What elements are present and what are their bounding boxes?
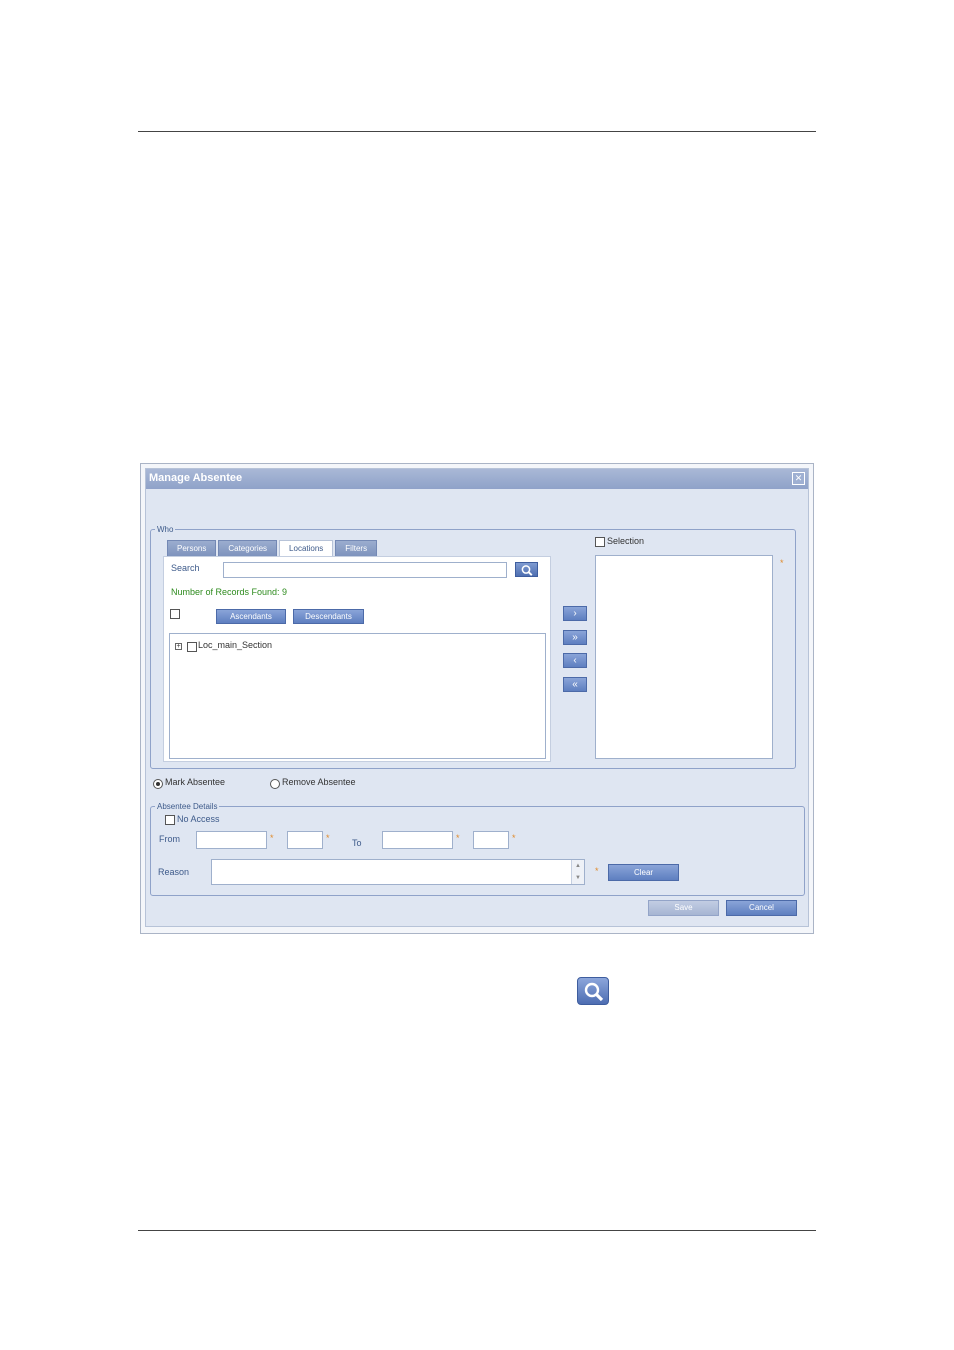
dialog-title: Manage Absentee xyxy=(149,472,243,484)
select-all-checkbox[interactable] xyxy=(170,609,180,619)
to-date-required-mark: * xyxy=(456,833,460,843)
move-left-button[interactable]: ‹ xyxy=(563,653,587,668)
search-input[interactable] xyxy=(223,562,507,578)
search-icon xyxy=(584,982,604,1002)
no-access-checkbox[interactable] xyxy=(165,815,175,825)
to-date-field[interactable] xyxy=(382,831,453,849)
search-button[interactable] xyxy=(515,562,538,577)
tab-filters[interactable]: Filters xyxy=(335,540,378,556)
move-right-button[interactable]: › xyxy=(563,606,587,621)
search-label: Search xyxy=(171,563,200,573)
who-legend: Who xyxy=(157,525,174,534)
tab-locations[interactable]: Locations xyxy=(279,540,334,557)
tree-node-checkbox[interactable] xyxy=(187,642,197,652)
dialog-titlebar[interactable]: Manage Absentee ✕ xyxy=(146,469,808,489)
no-access-label[interactable]: No Access xyxy=(177,814,220,824)
mark-absentee-label[interactable]: Mark Absentee xyxy=(165,777,225,787)
reason-scrollbar[interactable]: ▲ ▼ xyxy=(571,860,584,884)
from-time-required-mark: * xyxy=(326,833,330,843)
from-label: From xyxy=(159,834,180,844)
to-time-field[interactable] xyxy=(473,831,509,849)
move-all-right-button[interactable]: » xyxy=(563,630,587,645)
search-icon xyxy=(521,565,533,576)
tree-node-label[interactable]: Loc_main_Section xyxy=(198,640,272,650)
tab-persons[interactable]: Persons xyxy=(167,540,217,556)
locations-panel: Search Number of Records Found: 9 Ascend… xyxy=(163,556,551,762)
scroll-down-icon[interactable]: ▼ xyxy=(572,872,584,884)
selection-list[interactable] xyxy=(595,555,773,759)
tab-categories[interactable]: Categories xyxy=(218,540,278,556)
to-time-required-mark: * xyxy=(512,833,516,843)
reason-textarea[interactable]: ▲ ▼ xyxy=(211,859,585,885)
from-date-required-mark: * xyxy=(270,833,274,843)
close-icon[interactable]: ✕ xyxy=(792,472,805,485)
expand-icon[interactable]: + xyxy=(175,643,182,650)
page-bottom-rule xyxy=(138,1230,816,1231)
descendants-button[interactable]: Descendants xyxy=(293,609,364,624)
location-tree[interactable]: + Loc_main_Section xyxy=(169,633,546,759)
mark-absentee-radio[interactable] xyxy=(153,779,163,789)
who-tabs: Persons Categories Locations Filters xyxy=(167,540,378,557)
from-time-field[interactable] xyxy=(287,831,323,849)
selection-checkbox[interactable] xyxy=(595,537,605,547)
remove-absentee-radio[interactable] xyxy=(270,779,280,789)
clear-button[interactable]: Clear xyxy=(608,864,679,881)
page-top-rule xyxy=(138,131,816,132)
dialog-body: Manage Absentee ✕ Who Persons Categories… xyxy=(145,468,809,927)
absentee-details-legend: Absentee Details xyxy=(157,802,218,811)
cancel-button[interactable]: Cancel xyxy=(726,900,797,916)
ascendants-button[interactable]: Ascendants xyxy=(216,609,286,624)
reason-label: Reason xyxy=(158,867,190,877)
remove-absentee-label[interactable]: Remove Absentee xyxy=(282,777,356,787)
scroll-up-icon[interactable]: ▲ xyxy=(572,860,584,872)
to-label: To xyxy=(352,838,362,848)
records-found: Number of Records Found: 9 xyxy=(171,587,288,597)
reason-required-mark: * xyxy=(595,866,599,876)
from-date-field[interactable] xyxy=(196,831,267,849)
manage-absentee-dialog: Manage Absentee ✕ Who Persons Categories… xyxy=(140,463,814,934)
selection-required-mark: * xyxy=(780,558,784,568)
move-all-left-button[interactable]: « xyxy=(563,677,587,692)
save-button[interactable]: Save xyxy=(648,900,719,916)
search-button-reference xyxy=(577,977,609,1005)
selection-label: Selection xyxy=(607,536,645,546)
